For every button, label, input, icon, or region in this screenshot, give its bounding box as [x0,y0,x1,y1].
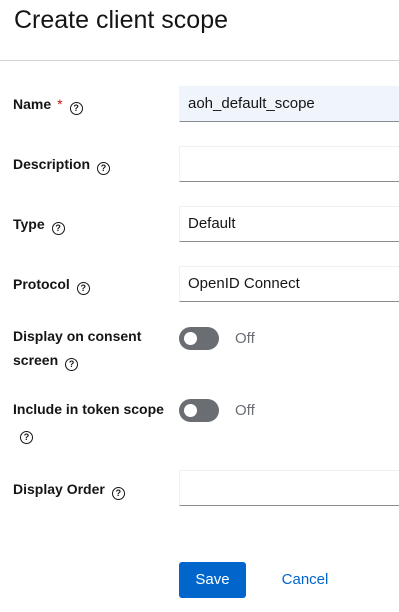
page-header: Create client scope [0,0,399,61]
include-in-token-state: Off [235,402,255,419]
cancel-button[interactable]: Cancel [270,562,340,598]
name-label-text: Name [13,96,52,112]
help-icon[interactable]: ? [20,431,33,444]
type-select[interactable]: Default [179,206,399,242]
create-client-scope-page: Create client scope Name *? aoh_default_s… [0,0,399,612]
protocol-label-text: Protocol [13,276,70,292]
save-button[interactable]: Save [179,562,246,598]
display-order-label: Display Order? [13,477,125,501]
display-on-consent-state: Off [235,330,255,347]
include-in-token-label-text: Include in token scope [13,401,164,417]
type-label: Type? [13,212,65,236]
description-label: Description? [13,152,111,176]
display-order-input[interactable] [179,470,399,506]
name-label: Name *? [13,92,83,116]
include-in-token-label: Include in token scope? [13,397,173,445]
help-icon[interactable]: ? [69,102,83,115]
display-on-consent-label: Display on consent screen? [13,324,173,372]
include-in-token-toggle[interactable] [179,399,219,422]
protocol-label: Protocol? [13,272,90,296]
protocol-select[interactable]: OpenID Connect [179,266,399,302]
help-icon[interactable]: ? [111,487,125,500]
page-title: Create client scope [14,6,229,34]
help-icon[interactable]: ? [65,358,79,371]
toggle-knob [184,332,197,345]
type-label-text: Type [13,216,45,232]
help-icon[interactable]: ? [76,282,90,295]
description-label-text: Description [13,156,91,172]
display-order-label-text: Display Order [13,481,105,497]
required-marker: * [57,96,63,112]
help-icon[interactable]: ? [51,222,65,235]
toggle-knob [184,404,197,417]
help-icon[interactable]: ? [97,162,111,175]
display-on-consent-toggle[interactable] [179,327,219,350]
name-input[interactable]: aoh_default_scope [179,86,399,122]
description-input[interactable] [179,146,399,182]
